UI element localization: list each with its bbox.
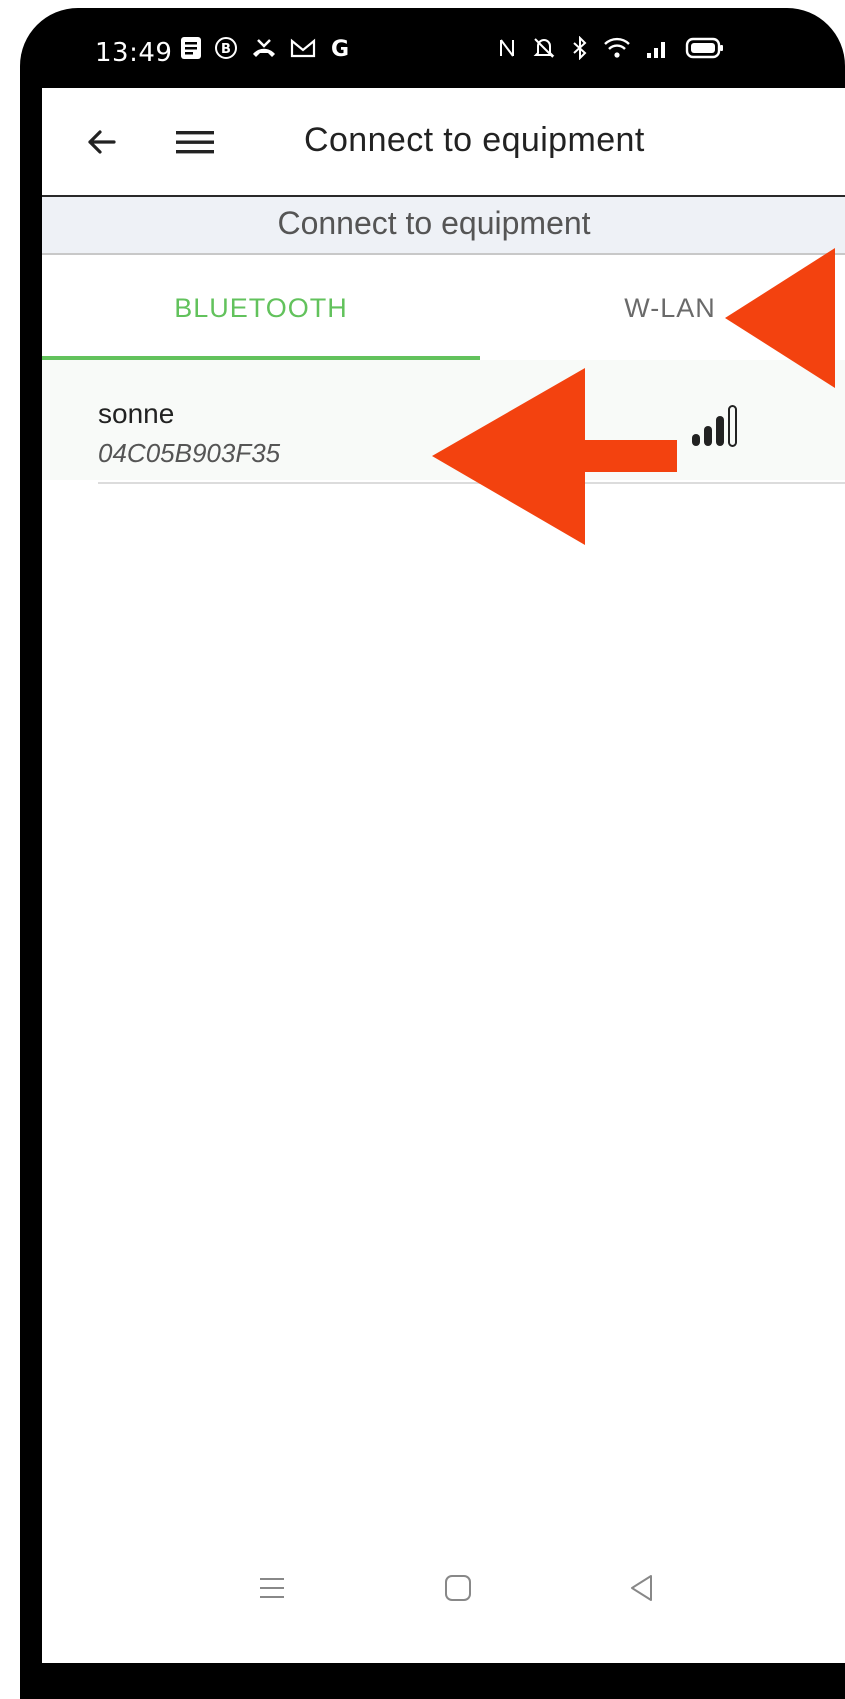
annotation-arrow-device [432, 368, 677, 545]
tab-label: BLUETOOTH [174, 293, 348, 323]
device-id: 04C05B903F35 [98, 438, 281, 468]
page-title: Connect to equipment [304, 121, 645, 159]
section-title: Connect to equipment [277, 205, 591, 241]
hamburger-menu-icon[interactable] [174, 122, 216, 162]
status-right-icons [497, 36, 725, 60]
system-nav-bar [42, 1558, 845, 1638]
svg-text:G: G [331, 37, 349, 60]
annotation-arrow-wlan [725, 248, 835, 388]
status-bar: 13:49 B G [20, 8, 845, 88]
signal-strength-icon [692, 405, 737, 447]
wifi-icon [604, 37, 630, 58]
gmail-icon [290, 38, 316, 58]
silent-icon [533, 38, 555, 58]
signal-icon [647, 42, 665, 58]
nfc-icon [500, 39, 514, 57]
missed-call-icon [253, 39, 275, 57]
section-header: Connect to equipment [42, 197, 845, 255]
google-icon: G [331, 37, 349, 60]
home-icon[interactable] [440, 1570, 476, 1606]
b-badge-icon: B [215, 37, 237, 59]
status-time: 13:49 [95, 38, 173, 68]
device-name: sonne [98, 398, 175, 429]
back-arrow-icon[interactable] [82, 122, 122, 162]
bluetooth-icon [573, 36, 587, 60]
tab-bluetooth[interactable]: BLUETOOTH [42, 255, 480, 360]
back-triangle-icon[interactable] [624, 1570, 660, 1606]
battery-icon [685, 37, 723, 59]
notes-icon [181, 37, 201, 59]
status-left-icons: B G [180, 36, 352, 60]
recent-apps-icon[interactable] [254, 1570, 290, 1606]
app-bar: Connect to equipment [42, 88, 845, 197]
phone-frame: 13:49 B G Connect to equipment Connect t… [20, 8, 845, 1699]
svg-text:B: B [221, 42, 231, 57]
